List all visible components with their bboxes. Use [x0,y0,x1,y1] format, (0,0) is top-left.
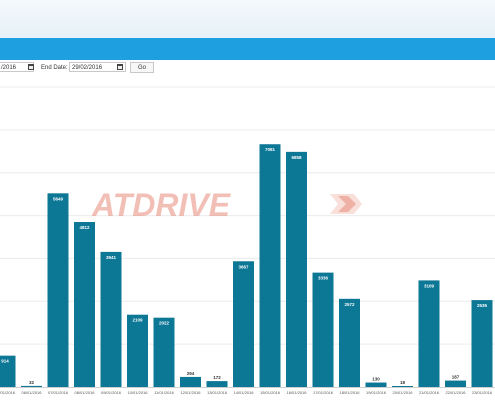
x-tick-label: 18/01/2016 [339,390,360,395]
bar-data-label: 7081 [265,147,276,152]
x-tick-label: 15/01/2016 [260,390,281,395]
chart-bar[interactable] [365,382,387,387]
x-tick-label: 17/01/2016 [313,390,334,395]
chart-bar[interactable] [127,314,148,387]
chart-bar[interactable] [259,144,281,387]
bar-data-label: 5649 [53,196,64,201]
chart-bar[interactable] [233,261,254,387]
x-tick-label: 13/01/2016 [207,390,228,395]
bar-data-label: 294 [187,371,195,376]
bar-data-label: 187 [452,375,460,380]
start-date-value: /2016 [1,65,17,71]
chart-bar[interactable] [47,193,69,387]
x-tick-label: 11/01/2016 [154,390,174,395]
bar-data-label: 914 [1,359,9,364]
title-bar [0,38,495,60]
x-tick-label: 12/01/2016 [180,390,201,395]
end-date-label: End Date: [41,65,68,71]
bar-data-label: 18 [400,380,406,385]
chart-bar[interactable] [339,298,360,387]
chart-bar[interactable] [180,376,201,387]
chart-bar[interactable] [312,272,334,387]
bar-data-label: 3667 [238,264,249,269]
x-tick-label: 20/01/2016 [392,390,413,395]
bar-data-label: 6858 [291,155,302,160]
x-tick-label: 09/01/2016 [101,390,122,395]
chart-bar[interactable] [206,381,228,387]
x-tick-label: 19/01/2016 [366,390,387,395]
x-tick-label: 06/01/2016 [21,390,42,395]
start-date-calendar-icon[interactable] [28,64,34,70]
x-tick-label: 08/01/2016 [74,390,95,395]
x-tick-label: 10/01/2016 [127,390,148,395]
chart-bar[interactable] [286,151,307,387]
bar-data-label: 2109 [132,318,143,323]
x-tick-label: 21/01/2016 [419,390,440,395]
chart-bar[interactable] [21,385,42,387]
bar-data-label: 32 [29,380,35,385]
chart-bar[interactable] [418,280,440,387]
bar-data-label: 2572 [344,302,355,307]
chart-bar[interactable] [392,386,413,387]
chart-bar[interactable] [153,317,175,387]
chart-bar[interactable] [471,300,493,387]
end-date-value: 29/02/2016 [72,65,103,71]
bar-data-label: 130 [372,377,380,382]
x-tick-label: 07/01/2016 [48,390,69,395]
bar-data-label: 3109 [424,283,435,288]
chart-bar[interactable] [74,222,95,387]
bar-data-label: 2535 [477,303,488,308]
x-tick-label: 14/01/2016 [233,390,254,395]
top-header-band [0,0,495,38]
bar-data-label: 3941 [106,255,117,260]
chart-bar[interactable] [445,380,466,387]
go-button[interactable]: Go [130,62,154,73]
daily-bar-chart: 914 05/01/2016 32 06/01/2016 5649 07/01/2016 4… [0,86,495,395]
x-tick-label: 23/01/2016 [472,390,493,395]
x-tick-label: 05/01/2016 [0,390,16,395]
bar-data-label: 4812 [79,225,90,230]
bar-data-label: 3336 [318,276,329,281]
date-filter-bar: /2016 End Date: 29/02/2016 Go [0,60,495,76]
bar-data-label: 2022 [159,321,170,326]
x-tick-label: 22/01/2016 [445,390,466,395]
x-tick-label: 16/01/2016 [286,390,307,395]
chart-bar[interactable] [100,251,122,387]
bar-data-label: 172 [213,375,221,380]
end-date-calendar-icon[interactable] [117,64,123,70]
